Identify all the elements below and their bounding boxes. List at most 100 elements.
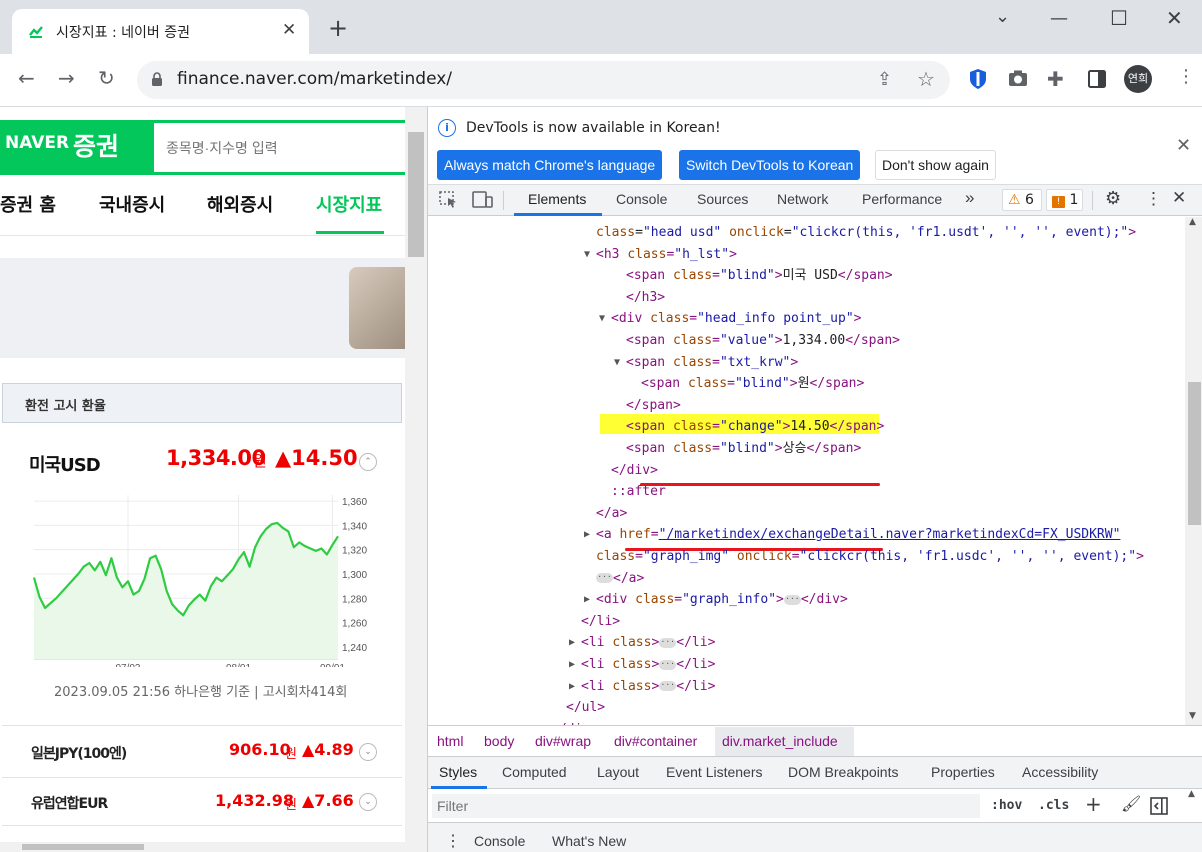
dom-node-line[interactable]: class="graph_img" onclick="clickcr(this,…: [596, 546, 1144, 568]
extensions-puzzle-icon[interactable]: ✚: [1047, 67, 1064, 91]
cls-toggle[interactable]: .cls: [1038, 798, 1069, 813]
crumb-div-container[interactable]: div#container: [614, 733, 697, 749]
tab-sources[interactable]: Sources: [697, 191, 748, 207]
expand-triangle-down-icon[interactable]: ▼: [614, 352, 620, 374]
settings-gear-icon[interactable]: ⚙: [1105, 188, 1121, 209]
subtab-properties[interactable]: Properties: [931, 764, 995, 780]
crumb-div-wrap[interactable]: div#wrap: [535, 733, 591, 749]
stock-search-input[interactable]: [154, 123, 405, 172]
dom-node-line[interactable]: ▼ <span class="txt_krw">: [614, 352, 798, 374]
dom-node-line[interactable]: <span class="blind">미국 USD</span>: [626, 265, 893, 287]
camera-icon[interactable]: [1008, 70, 1028, 87]
dom-node-line[interactable]: ▶ <li class>···</li>: [569, 676, 715, 698]
bitwarden-shield-icon[interactable]: [969, 68, 987, 90]
nav-stock-home[interactable]: 증권 홈: [0, 191, 56, 217]
expand-triangle-down-icon[interactable]: ▼: [599, 308, 605, 330]
dom-node-line[interactable]: </h3>: [626, 287, 665, 309]
dom-node-line[interactable]: </ul>: [566, 697, 605, 719]
dom-node-line[interactable]: ▼ <div class="head_info point_up">: [599, 308, 861, 330]
chevron-down-icon[interactable]: ⌄: [995, 6, 1010, 27]
nav-domestic[interactable]: 국내증시: [99, 191, 165, 217]
scroll-up-arrow-icon[interactable]: ▲: [1188, 789, 1195, 799]
browser-tab[interactable]: 시장지표 : 네이버 증권 ✕: [12, 9, 309, 54]
drawer-tab-console[interactable]: Console: [474, 833, 525, 849]
drawer-tab-whats-new[interactable]: What's New: [552, 833, 626, 849]
subtab-dom-breakpoints[interactable]: DOM Breakpoints: [788, 764, 898, 780]
profile-avatar[interactable]: 연희: [1124, 65, 1152, 93]
expand-triangle-right-icon[interactable]: ▶: [584, 524, 590, 546]
naver-logo[interactable]: NAVER: [5, 133, 69, 153]
usd-name[interactable]: 미국USD: [29, 451, 101, 477]
dom-node-line[interactable]: ::after: [611, 481, 666, 503]
chevron-down-icon[interactable]: ⌄: [359, 793, 377, 811]
dom-node-line[interactable]: ▼ <h3 class="h_lst">: [584, 244, 737, 266]
dom-node-line[interactable]: <span class="value">1,334.00</span>: [626, 330, 900, 352]
toggle-sidebar-icon[interactable]: [1150, 797, 1168, 815]
chevron-down-icon[interactable]: ⌄: [359, 743, 377, 761]
dom-node-line[interactable]: class="head usd" onclick="clickcr(this, …: [596, 222, 1136, 244]
expand-triangle-down-icon[interactable]: ▼: [584, 244, 590, 266]
crumb-div-market-include[interactable]: div.market_include: [722, 733, 838, 749]
close-infobar-icon[interactable]: ✕: [1176, 135, 1191, 156]
expand-triangle-right-icon[interactable]: ▶: [569, 654, 575, 676]
collapsed-ellipsis-icon[interactable]: ···: [659, 659, 677, 670]
dom-node-line[interactable]: <span class="blind">상승</span>: [626, 438, 861, 460]
minimize-icon[interactable]: —: [1050, 8, 1068, 29]
dom-node-line[interactable]: </div>: [611, 460, 658, 482]
styles-filter-input[interactable]: [432, 794, 980, 818]
new-style-rule-icon[interactable]: +: [1085, 792, 1102, 816]
ad-banner[interactable]: [0, 258, 405, 358]
dom-tree[interactable]: class="head usd" onclick="clickcr(this, …: [428, 217, 1185, 725]
close-window-icon[interactable]: ✕: [1166, 6, 1183, 30]
maximize-icon[interactable]: ☐: [1110, 6, 1128, 30]
scroll-down-arrow-icon[interactable]: ▼: [1189, 711, 1196, 721]
tab-network[interactable]: Network: [777, 191, 828, 207]
nav-overseas[interactable]: 해외증시: [207, 191, 273, 217]
close-tab-icon[interactable]: ✕: [282, 20, 296, 40]
reload-icon[interactable]: ↻: [98, 66, 115, 90]
code-token[interactable]: "/marketindex/exchangeDetail.naver?marke…: [659, 527, 1121, 542]
side-panel-icon[interactable]: [1088, 70, 1106, 88]
horizontal-scrollbar-thumb[interactable]: [22, 844, 144, 850]
issues-badge[interactable]: ! 1: [1046, 189, 1083, 211]
chrome-menu-icon[interactable]: ⋮: [1177, 66, 1195, 87]
usd-line-chart[interactable]: 1,360 1,340 1,320 1,300 1,280 1,260 1,240 07/03…: [30, 487, 380, 667]
warnings-badge[interactable]: ⚠ 6: [1002, 189, 1042, 211]
devtools-menu-icon[interactable]: ⋮: [1145, 189, 1162, 209]
inspect-element-icon[interactable]: [439, 191, 459, 209]
back-icon[interactable]: ←: [18, 66, 35, 90]
subtab-event-listeners[interactable]: Event Listeners: [666, 764, 763, 780]
collapsed-ellipsis-icon[interactable]: ···: [659, 681, 677, 692]
dom-node-line[interactable]: </span>: [626, 395, 681, 417]
expand-triangle-right-icon[interactable]: ▶: [569, 676, 575, 698]
share-icon[interactable]: ⇪: [877, 69, 892, 90]
tab-performance[interactable]: Performance: [862, 191, 942, 207]
dom-node-line[interactable]: </a>: [596, 503, 627, 525]
banner-thumbnail[interactable]: [349, 267, 405, 349]
close-devtools-icon[interactable]: ✕: [1172, 188, 1186, 208]
collapsed-ellipsis-icon[interactable]: ···: [659, 637, 677, 648]
page-horizontal-scrollbar[interactable]: [0, 842, 405, 852]
crumb-html[interactable]: html: [437, 733, 463, 749]
tab-elements[interactable]: Elements: [528, 191, 586, 207]
hov-toggle[interactable]: :hov: [991, 798, 1022, 813]
scroll-up-arrow-icon[interactable]: ▲: [1189, 217, 1196, 227]
tab-console[interactable]: Console: [616, 191, 667, 207]
collapsed-ellipsis-icon[interactable]: ···: [783, 594, 801, 605]
subtab-computed[interactable]: Computed: [502, 764, 567, 780]
new-tab-icon[interactable]: +: [328, 16, 348, 40]
crumb-body[interactable]: body: [484, 733, 514, 749]
dom-node-line[interactable]: </li>: [581, 611, 620, 633]
dom-node-line[interactable]: ▶ <div class="graph_info">···</div>: [584, 589, 848, 611]
expand-triangle-right-icon[interactable]: ▶: [569, 632, 575, 654]
page-scrollbar[interactable]: [405, 107, 427, 852]
page-scrollbar-thumb[interactable]: [408, 132, 424, 257]
collapsed-ellipsis-icon[interactable]: ···: [596, 573, 613, 584]
eur-name[interactable]: 유럽연합EUR: [31, 793, 108, 813]
expand-triangle-right-icon[interactable]: ▶: [584, 589, 590, 611]
jpy-name[interactable]: 일본JPY(100엔): [31, 743, 127, 763]
naver-finance-logo[interactable]: 증권: [73, 127, 119, 163]
subtab-layout[interactable]: Layout: [597, 764, 639, 780]
dom-node-line[interactable]: ▶ <li class>···</li>: [569, 632, 715, 654]
dom-node-line[interactable]: <span class="blind">원</span>: [641, 373, 864, 395]
